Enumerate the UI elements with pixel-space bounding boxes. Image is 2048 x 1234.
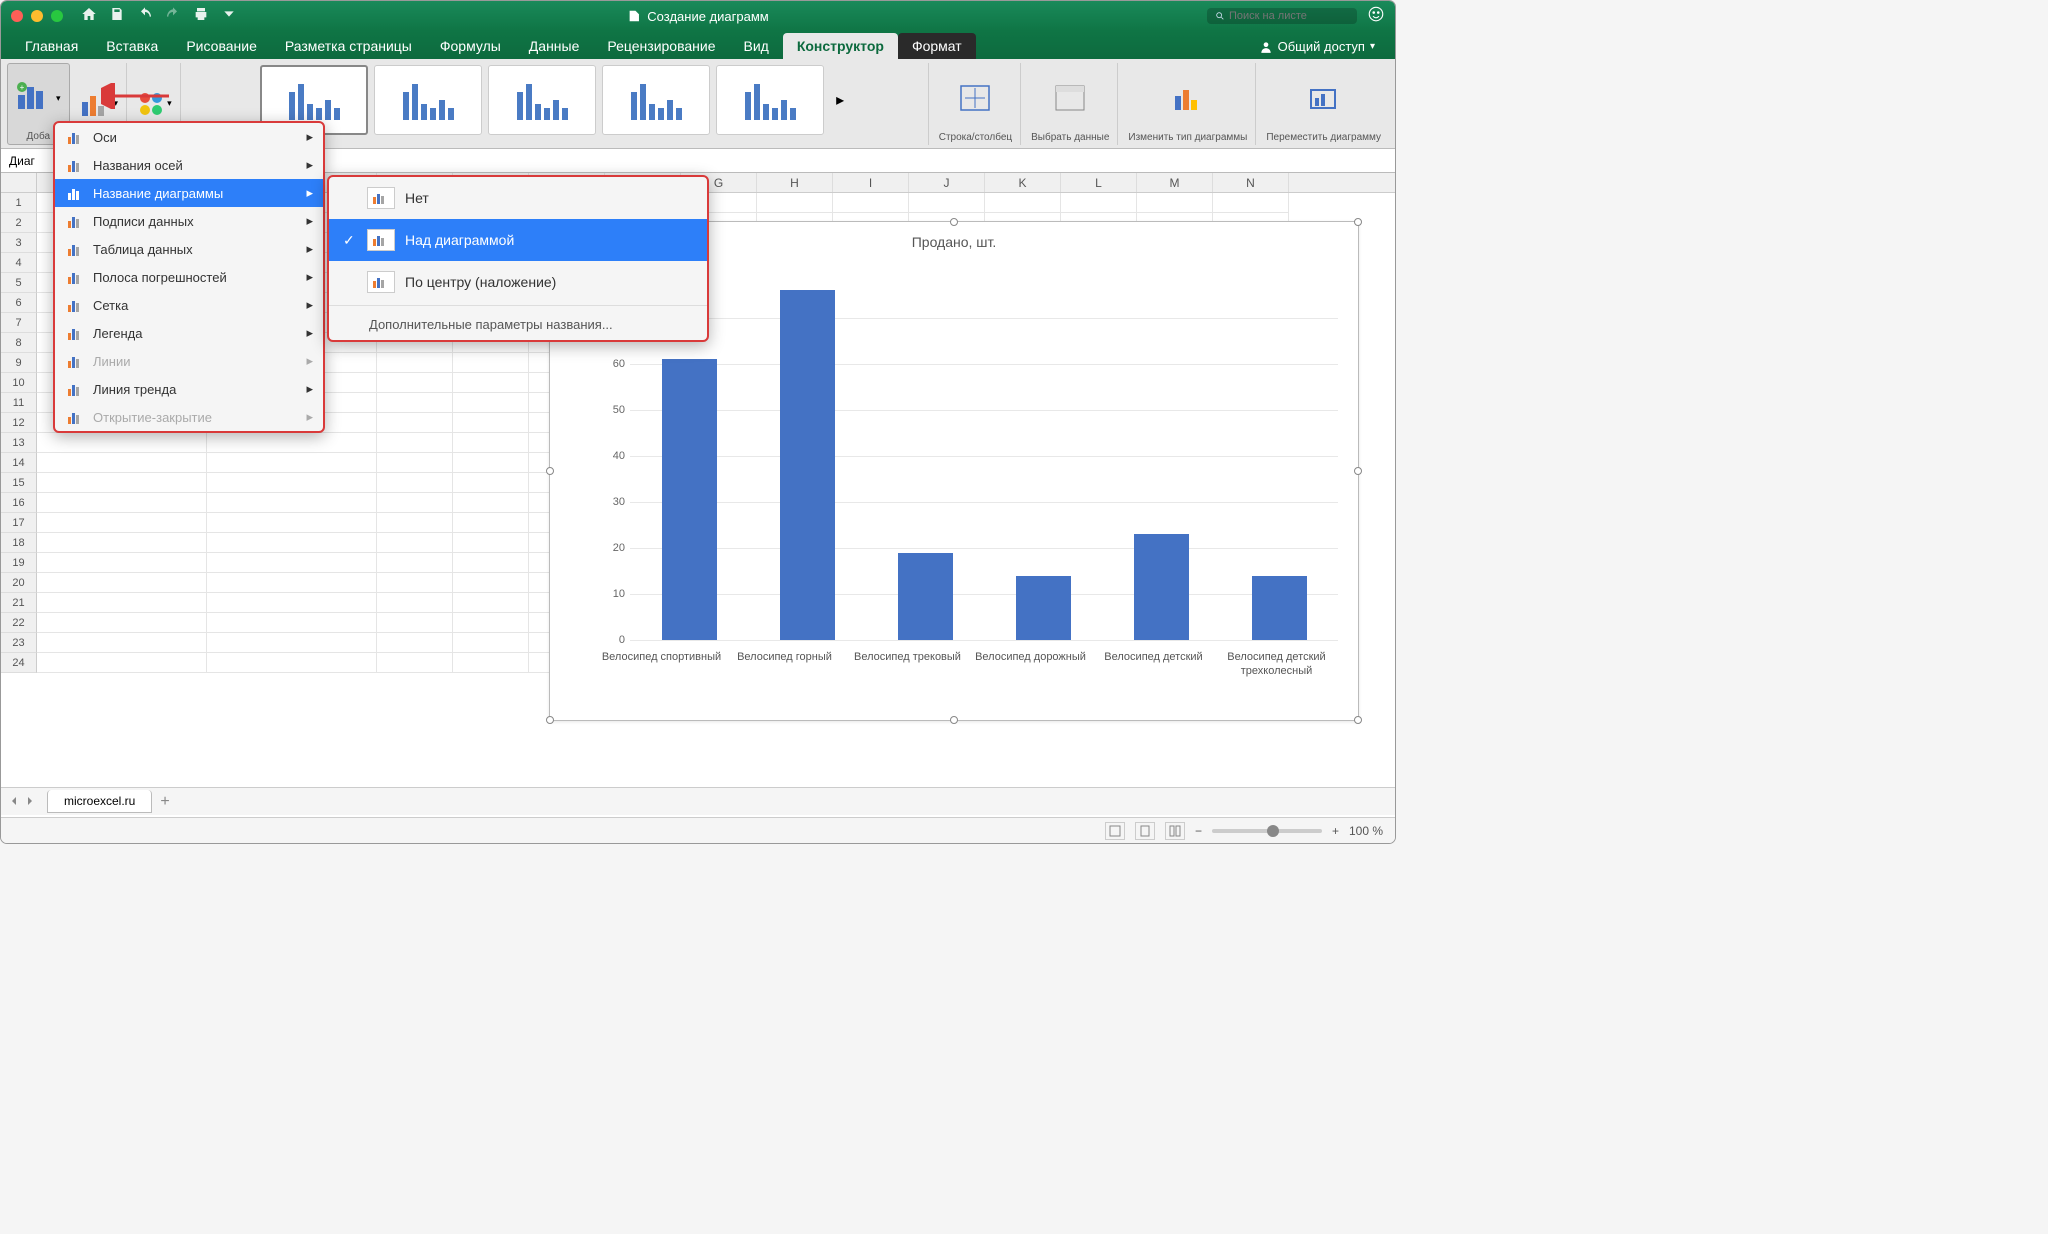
resize-handle[interactable] xyxy=(1354,218,1362,226)
redo-icon[interactable] xyxy=(165,6,181,27)
chart-category-label: Велосипед горный xyxy=(725,650,845,710)
maximize-window-icon[interactable] xyxy=(51,10,63,22)
sheet-tab[interactable]: microexcel.ru xyxy=(47,790,152,813)
submenu-more-options[interactable]: Дополнительные параметры названия... xyxy=(329,308,707,340)
tab-data[interactable]: Данные xyxy=(515,33,594,59)
sheet-nav-next-icon[interactable] xyxy=(25,795,35,809)
tab-draw[interactable]: Рисование xyxy=(172,33,271,59)
ribbon-tabs: Главная Вставка Рисование Разметка стран… xyxy=(1,31,1395,59)
zoom-out-button[interactable]: − xyxy=(1195,824,1202,838)
chart-bar[interactable] xyxy=(1252,576,1307,640)
select-data-button[interactable]: Выбрать данные xyxy=(1023,63,1118,145)
menu-item[interactable]: Подписи данных▸ xyxy=(55,207,323,235)
view-page-layout-icon[interactable] xyxy=(1135,822,1155,840)
tab-page-layout[interactable]: Разметка страницы xyxy=(271,33,426,59)
menu-item[interactable]: Линия тренда▸ xyxy=(55,375,323,403)
save-icon[interactable] xyxy=(109,6,125,27)
menu-item[interactable]: Оси▸ xyxy=(55,123,323,151)
tab-format[interactable]: Формат xyxy=(898,33,976,59)
chart-category-label: Велосипед детский xyxy=(1094,650,1214,710)
chart-title-submenu: Нет✓Над диаграммойПо центру (наложение) Д… xyxy=(327,175,709,342)
print-icon[interactable] xyxy=(193,6,209,27)
window-controls xyxy=(11,10,63,22)
menu-item[interactable]: Названия осей▸ xyxy=(55,151,323,179)
resize-handle[interactable] xyxy=(1354,716,1362,724)
add-chart-element-menu: Оси▸Названия осей▸Название диаграммы▸Под… xyxy=(53,121,325,433)
chart-category-label: Велосипед трековый xyxy=(848,650,968,710)
zoom-in-button[interactable]: + xyxy=(1332,824,1339,838)
chart-bar[interactable] xyxy=(898,553,953,640)
menu-item: Линии▸ xyxy=(55,347,323,375)
submenu-item[interactable]: По центру (наложение) xyxy=(329,261,707,303)
chart-bar[interactable] xyxy=(662,359,717,640)
minimize-window-icon[interactable] xyxy=(31,10,43,22)
annotation-arrow-icon xyxy=(101,83,171,109)
resize-handle[interactable] xyxy=(950,218,958,226)
menu-item[interactable]: Таблица данных▸ xyxy=(55,235,323,263)
tab-formulas[interactable]: Формулы xyxy=(426,33,515,59)
chart-bar[interactable] xyxy=(1016,576,1071,640)
resize-handle[interactable] xyxy=(950,716,958,724)
close-window-icon[interactable] xyxy=(11,10,23,22)
view-page-break-icon[interactable] xyxy=(1165,822,1185,840)
feedback-icon[interactable] xyxy=(1367,5,1385,28)
search-input[interactable] xyxy=(1207,8,1357,24)
menu-item[interactable]: Полоса погрешностей▸ xyxy=(55,263,323,291)
sheet-nav-prev-icon[interactable] xyxy=(9,795,19,809)
chart-style-4[interactable] xyxy=(602,65,710,135)
add-sheet-button[interactable]: + xyxy=(160,793,169,811)
view-normal-icon[interactable] xyxy=(1105,822,1125,840)
resize-handle[interactable] xyxy=(546,467,554,475)
share-button[interactable]: Общий доступ ▾ xyxy=(1249,34,1385,59)
chart-category-label: Велосипед спортивный xyxy=(602,650,722,710)
sheet-tabs-bar: microexcel.ru + xyxy=(1,787,1395,815)
change-chart-type-button[interactable]: Изменить тип диаграммы xyxy=(1120,63,1256,145)
resize-handle[interactable] xyxy=(1354,467,1362,475)
chart-category-label: Велосипед дорожный xyxy=(971,650,1091,710)
chart-bar[interactable] xyxy=(1134,534,1189,640)
chart-plot-area[interactable]: 010203040506070 xyxy=(600,272,1338,640)
tab-insert[interactable]: Вставка xyxy=(92,33,172,59)
document-title: Создание диаграмм xyxy=(627,9,768,24)
quick-access-toolbar xyxy=(81,6,237,27)
submenu-item[interactable]: Нет xyxy=(329,177,707,219)
resize-handle[interactable] xyxy=(546,716,554,724)
chart-bar[interactable] xyxy=(780,290,835,640)
menu-item: Открытие-закрытие▸ xyxy=(55,403,323,431)
chart-styles-more-icon[interactable]: ▸ xyxy=(830,90,850,110)
move-chart-button[interactable]: Переместить диаграмму xyxy=(1258,63,1389,145)
menu-item[interactable]: Легенда▸ xyxy=(55,319,323,347)
home-icon[interactable] xyxy=(81,6,97,27)
tab-review[interactable]: Рецензирование xyxy=(593,33,729,59)
chart-category-label: Велосипед детский трехколесный xyxy=(1217,650,1337,710)
chart-style-5[interactable] xyxy=(716,65,824,135)
qat-dropdown-icon[interactable] xyxy=(221,6,237,27)
chart-style-3[interactable] xyxy=(488,65,596,135)
undo-icon[interactable] xyxy=(137,6,153,27)
svg-text:+: + xyxy=(20,83,25,92)
submenu-item[interactable]: ✓Над диаграммой xyxy=(329,219,707,261)
chart-style-2[interactable] xyxy=(374,65,482,135)
tab-home[interactable]: Главная xyxy=(11,33,92,59)
status-bar: − + 100 % xyxy=(1,817,1395,843)
zoom-slider[interactable] xyxy=(1212,829,1322,833)
zoom-level[interactable]: 100 % xyxy=(1349,824,1383,838)
tab-chart-design[interactable]: Конструктор xyxy=(783,33,898,59)
switch-row-column-button[interactable]: Строка/столбец xyxy=(931,63,1021,145)
tab-view[interactable]: Вид xyxy=(730,33,783,59)
menu-item[interactable]: Сетка▸ xyxy=(55,291,323,319)
menu-item[interactable]: Название диаграммы▸ xyxy=(55,179,323,207)
titlebar: Создание диаграмм xyxy=(1,1,1395,31)
